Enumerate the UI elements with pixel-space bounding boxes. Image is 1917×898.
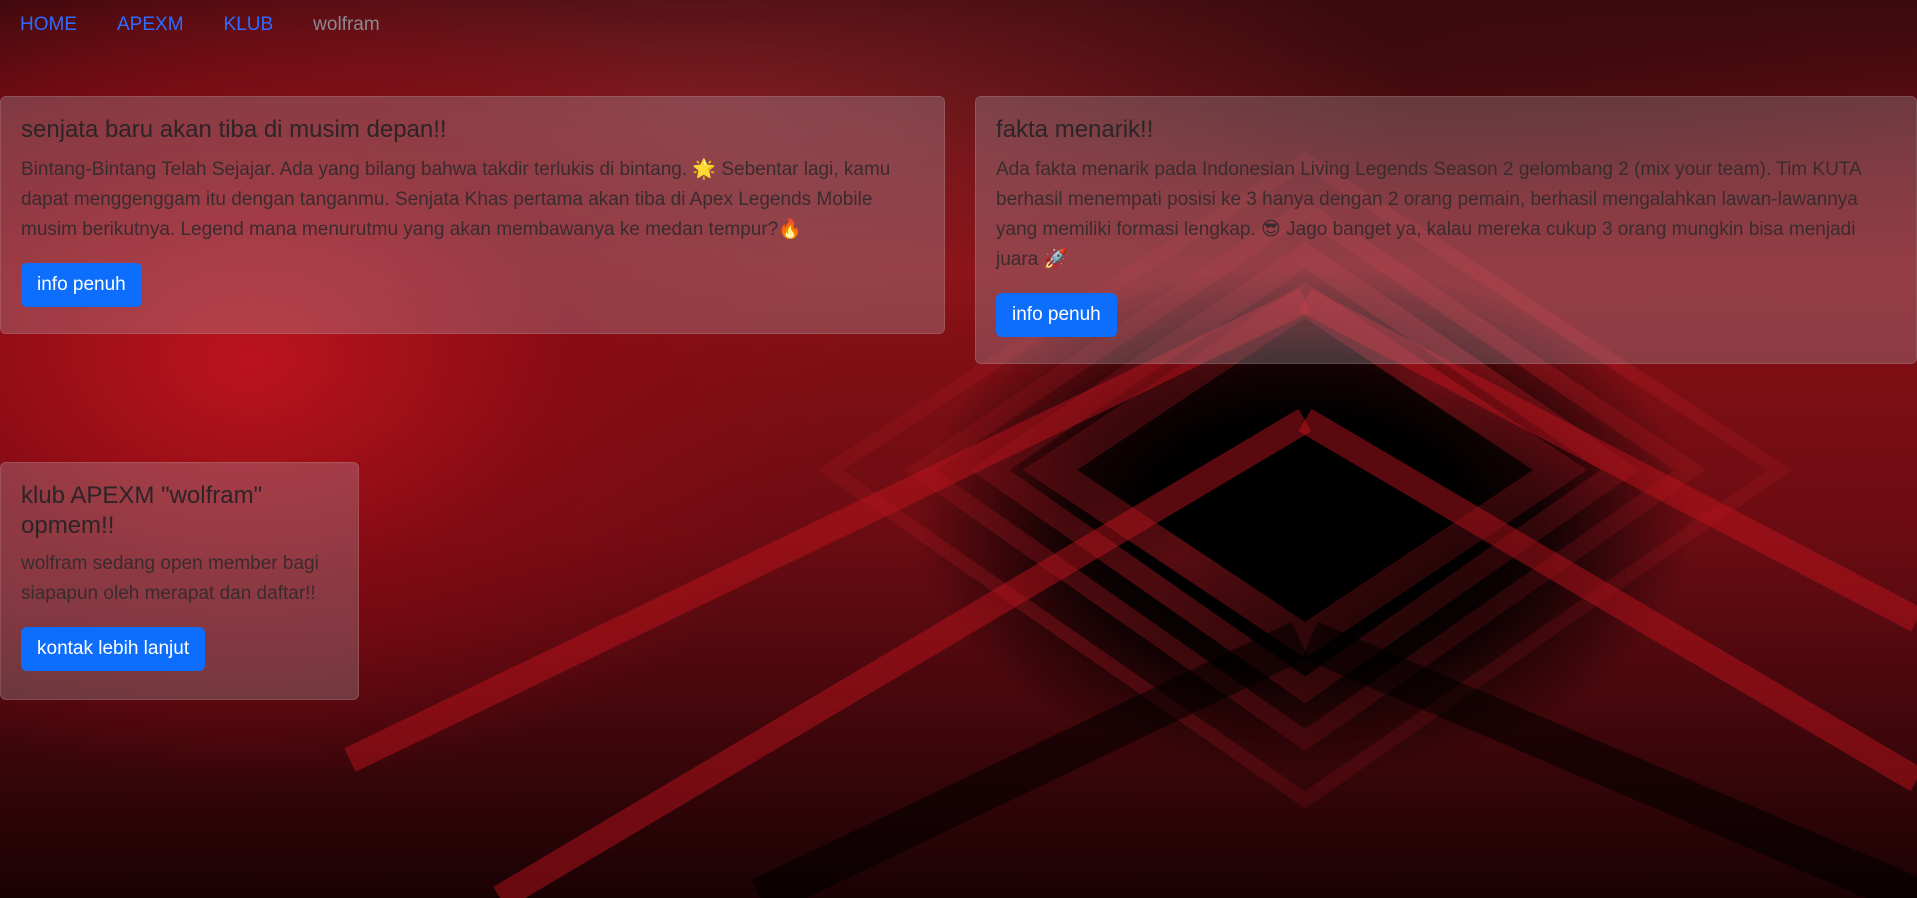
card-text: Ada fakta menarik pada Indonesian Living…	[996, 159, 1861, 270]
top-navbar: HOME APEXM KLUB wolfram	[0, 0, 380, 50]
nav-link-apexm[interactable]: APEXM	[117, 14, 184, 36]
nav-brand-text: wolfram	[313, 14, 380, 35]
card-text: Bintang-Bintang Telah Sejajar. Ada yang …	[21, 159, 891, 240]
card-title: klub APEXM "wolfram" opmem!!	[21, 482, 263, 539]
club-recruit-card: klub APEXM "wolfram" opmem!! wolfram sed…	[0, 462, 359, 700]
contact-more-button[interactable]: kontak lebih lanjut	[21, 627, 206, 671]
news-card-fun-fact: fakta menarik!! Ada fakta menarik pada I…	[975, 96, 1917, 364]
card-text: wolfram sedang open member bagi siapapun…	[21, 553, 319, 604]
info-penuh-button[interactable]: info penuh	[996, 293, 1117, 337]
nav-link-home[interactable]: HOME	[20, 14, 77, 36]
card-title: senjata baru akan tiba di musim depan!!	[21, 116, 447, 143]
news-card-new-weapon: senjata baru akan tiba di musim depan!! …	[0, 96, 945, 334]
card-title: fakta menarik!!	[996, 116, 1154, 143]
info-penuh-button[interactable]: info penuh	[21, 263, 142, 307]
nav-link-klub[interactable]: KLUB	[224, 14, 274, 36]
